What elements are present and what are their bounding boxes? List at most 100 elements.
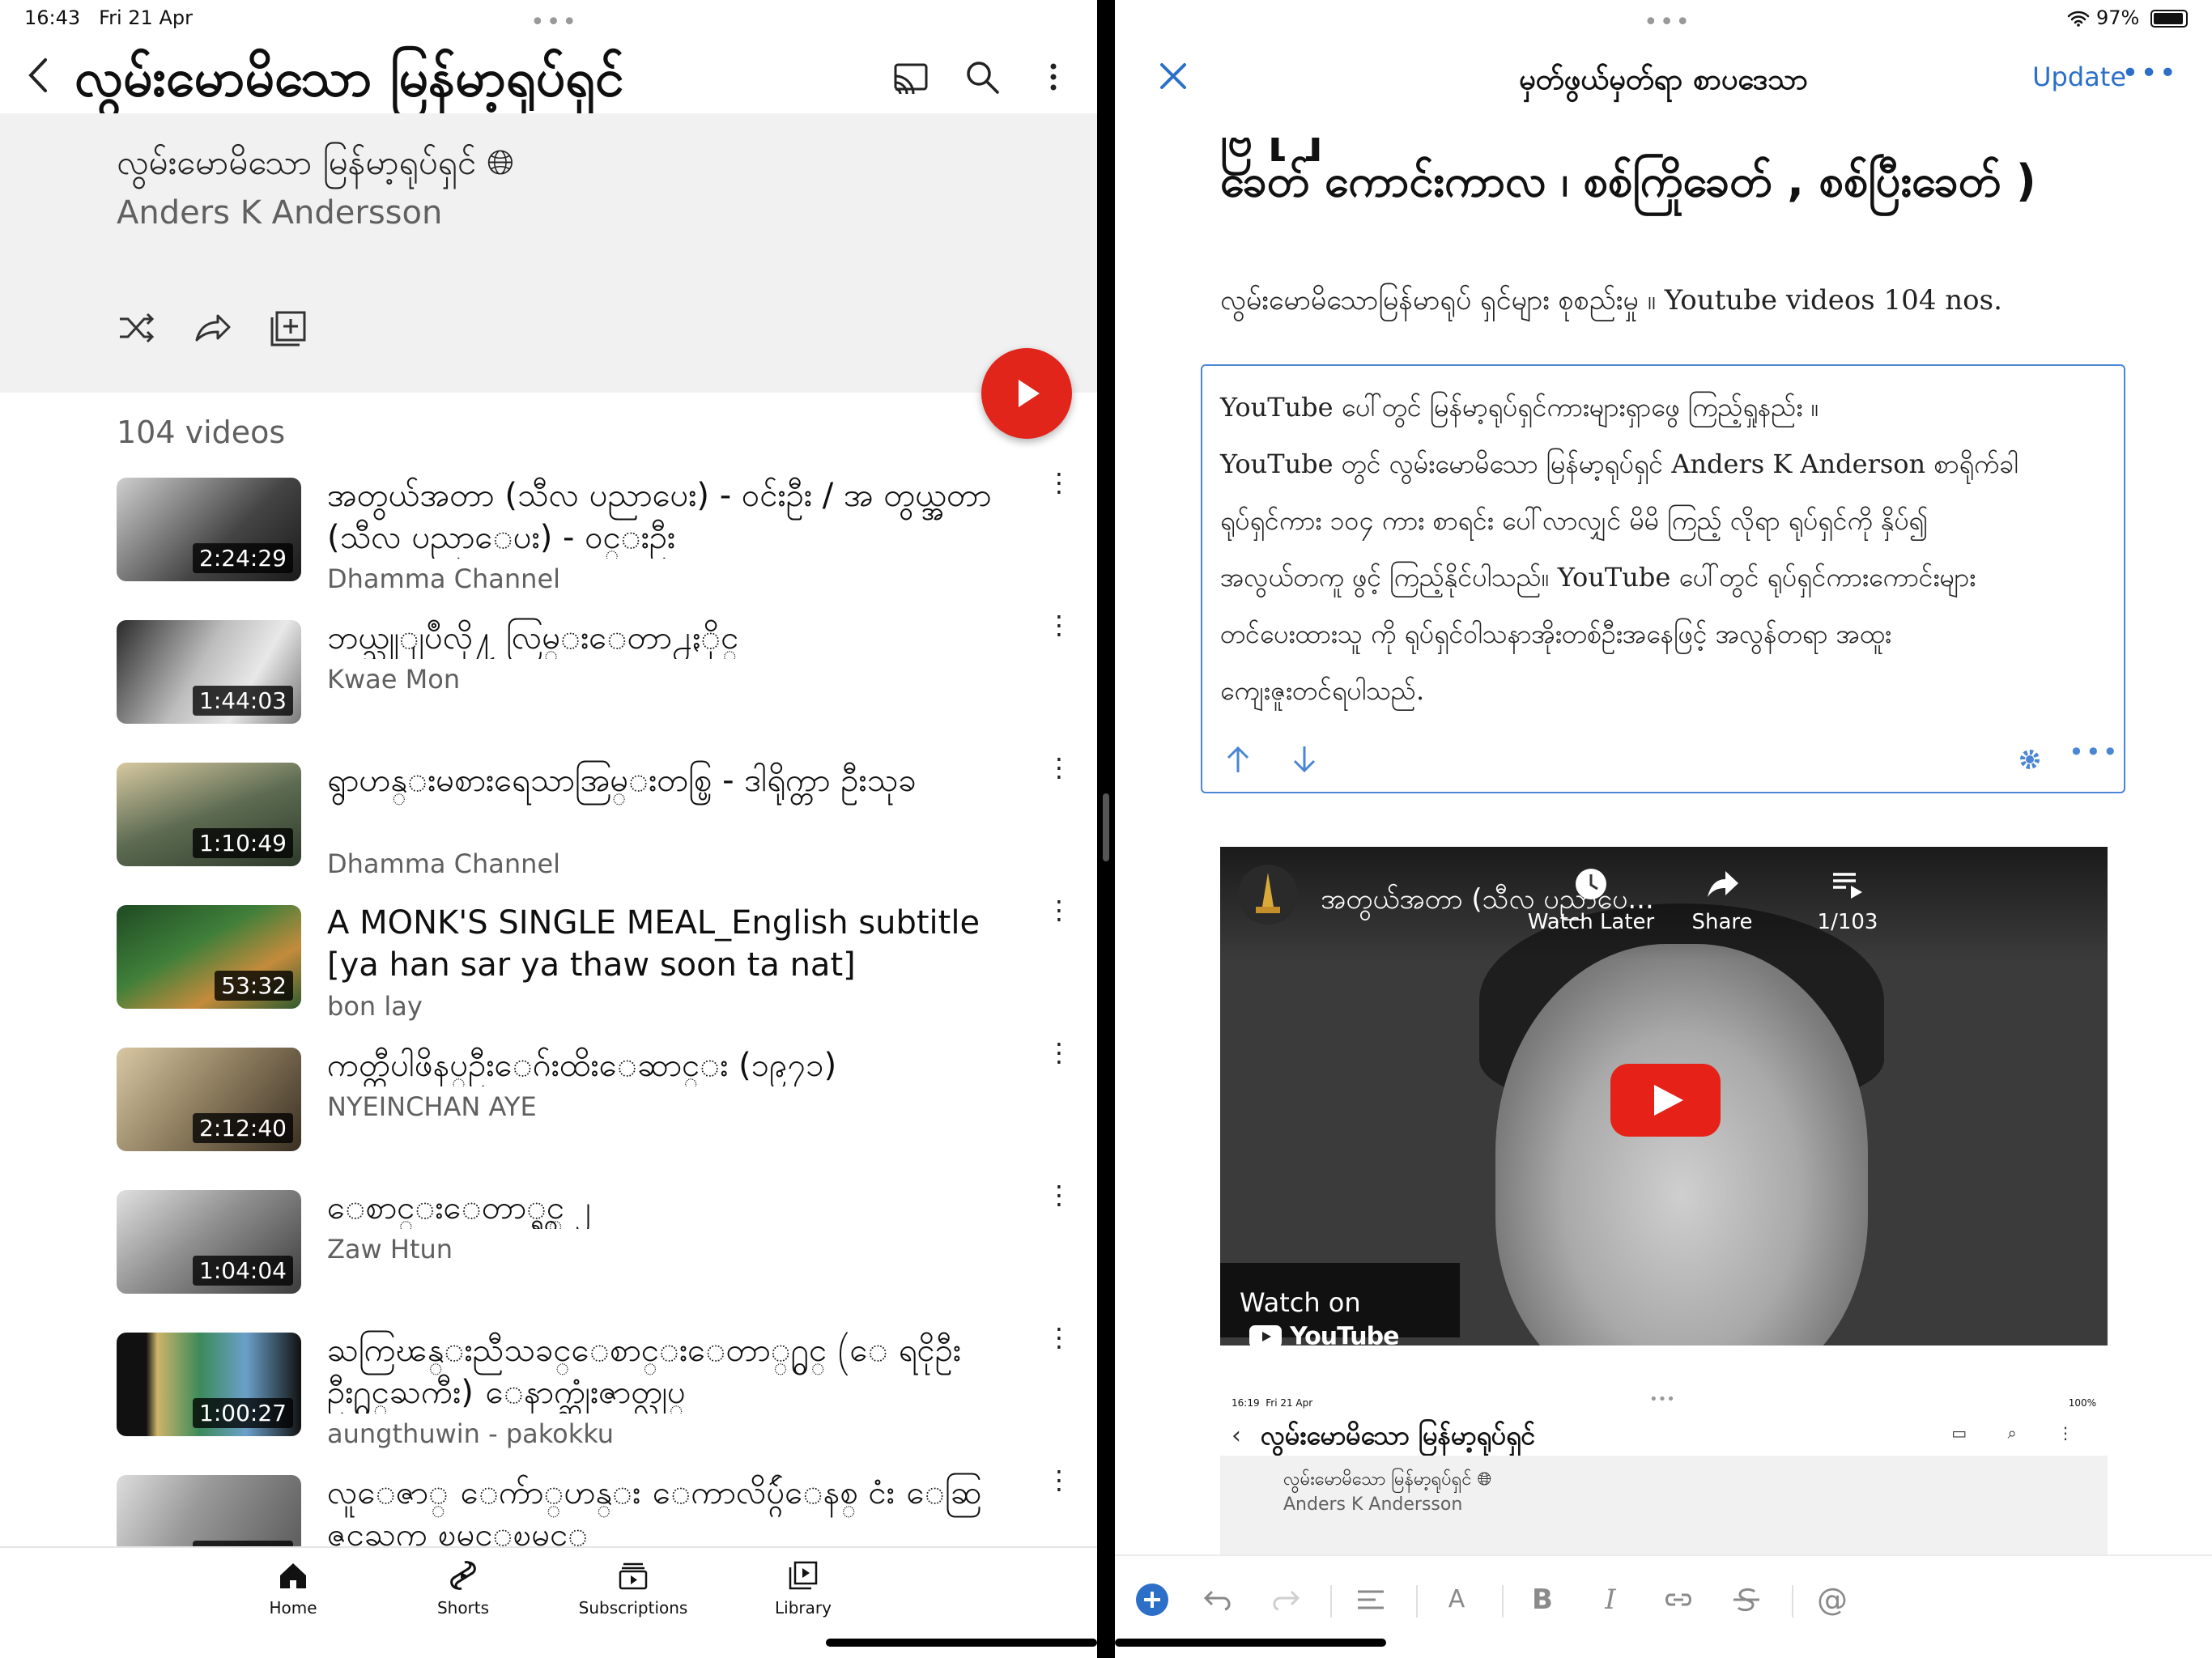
tab-subscriptions[interactable]: Subscriptions bbox=[568, 1559, 698, 1618]
more-vertical-icon[interactable] bbox=[1033, 57, 1074, 97]
video-title[interactable]: ေစာင္းေတာ္ရွင္ ၂ bbox=[327, 1187, 999, 1229]
undo-icon[interactable] bbox=[1199, 1580, 1238, 1619]
bold-button[interactable]: B bbox=[1523, 1580, 1562, 1619]
paragraph-text[interactable]: လွမ်းမောမိသောမြန်မာရုပ် ရှင်များ စုစည်းမ… bbox=[1220, 282, 2002, 323]
status-time: 16:43 Fri 21 Apr bbox=[24, 6, 193, 29]
more-vertical-icon[interactable]: ⋮ bbox=[1046, 612, 1072, 638]
subscriptions-icon bbox=[619, 1562, 648, 1590]
video-thumbnail[interactable]: 1:10:49 bbox=[117, 763, 301, 866]
italic-button[interactable]: I bbox=[1591, 1580, 1630, 1619]
mention-button[interactable]: @ bbox=[1813, 1580, 1852, 1619]
more-horizontal-icon[interactable]: ••• bbox=[2121, 57, 2178, 90]
library-icon bbox=[789, 1561, 818, 1590]
youtube-embed[interactable]: အတွယ်အတာ (သီလ ပညာပေ... Watch Later Share… bbox=[1220, 847, 2108, 1346]
cast-icon[interactable] bbox=[891, 57, 931, 97]
add-block-icon[interactable] bbox=[1133, 1580, 1172, 1619]
video-title[interactable]: လူေဇာ္ ေက်ာ္ဟန္း ေကာလိပ္ဂ်ဴေနစ္ ငံး ေဆြဇ… bbox=[327, 1472, 999, 1556]
playlist-counter[interactable]: 1/103 bbox=[1787, 866, 1908, 934]
gear-icon[interactable] bbox=[2012, 742, 2048, 777]
redo-icon[interactable] bbox=[1266, 1580, 1304, 1619]
home-icon bbox=[280, 1563, 306, 1588]
more-vertical-icon[interactable]: ⋮ bbox=[1046, 1324, 1072, 1350]
list-item[interactable]: 1:44:03 ဘယ္သူျပဳလို႔ လြမ္းေတာ႕ႏိုင္ Kwae… bbox=[0, 612, 1097, 759]
align-icon[interactable] bbox=[1351, 1580, 1390, 1619]
list-item[interactable]: 1:00:27 ႀကြၽန္းညီသခင္ေစာင္းေတာ္႐ွင္ (ေ ရ… bbox=[0, 1324, 1097, 1472]
playlist-author[interactable]: Anders K Andersson bbox=[117, 194, 442, 232]
screenshot-playlist-title: လွမ်းမောမိသော မြန်မာ့ရုပ်ရှင် 🌐︎ bbox=[1283, 1469, 1492, 1490]
list-item[interactable]: 2:12:40 ကတ္တီပါဖိနပ္ဦးေဂ်းထိးေဆာင္း (၁၉၇… bbox=[0, 1039, 1097, 1187]
video-thumbnail[interactable]: 2:24:29 bbox=[117, 478, 301, 581]
video-channel: Zaw Htun bbox=[327, 1234, 453, 1265]
video-duration: 1:00:27 bbox=[193, 1398, 293, 1428]
tab-library[interactable]: Library bbox=[738, 1559, 868, 1618]
more-horizontal-icon[interactable]: ••• bbox=[2069, 737, 2118, 772]
video-title[interactable]: ရွာဟန္းမစားရေသာအြမ္းတစ္ပြ - ဒါရိုက္တာ ဦး… bbox=[327, 759, 999, 844]
more-vertical-icon[interactable]: ⋮ bbox=[1046, 470, 1072, 495]
home-indicator[interactable] bbox=[826, 1639, 1097, 1647]
video-title[interactable]: ႀကြၽန္းညီသခင္ေစာင္းေတာ္႐ွင္ (ေ ရငိုဦး ဦး… bbox=[327, 1329, 999, 1414]
list-item[interactable]: 2:24:29 အတွယ်အတာ (သီလ ပညာပေး) - ဝင်းဦး /… bbox=[0, 470, 1097, 617]
selected-paragraph-block[interactable]: YouTube ပေါ်တွင် မြန်မာ့ရုပ်ရှင်ကားများရ… bbox=[1201, 364, 2125, 793]
home-indicator[interactable] bbox=[1115, 1639, 1386, 1647]
screenshot-toolbar-icons: ▭ ⌕ ⋮ bbox=[1951, 1423, 2091, 1443]
bottom-tab-bar: Home Shorts Subscriptions Library bbox=[0, 1546, 1097, 1658]
playlist-actions bbox=[117, 308, 338, 348]
play-all-button[interactable] bbox=[981, 348, 1072, 439]
search-icon[interactable] bbox=[962, 57, 1002, 97]
video-title[interactable]: A MONK'S SINGLE MEAL_English subtitle [y… bbox=[327, 902, 999, 986]
more-vertical-icon[interactable]: ⋮ bbox=[1046, 1467, 1072, 1493]
globe-icon: 🌐︎ bbox=[487, 142, 514, 182]
more-vertical-icon[interactable]: ⋮ bbox=[1046, 755, 1072, 780]
video-thumbnail[interactable]: 53:32 bbox=[117, 905, 301, 1009]
shuffle-icon[interactable] bbox=[117, 308, 157, 348]
watch-later-button[interactable]: Watch Later bbox=[1510, 866, 1672, 934]
tab-home[interactable]: Home bbox=[228, 1559, 358, 1618]
more-vertical-icon[interactable]: ⋮ bbox=[1046, 1039, 1072, 1065]
video-title[interactable]: အတွယ်အတာ (သီလ ပညာပေး) - ဝင်းဦး / အ တွယ္အ… bbox=[327, 474, 999, 559]
screenshot-status-time: 16:19 Fri 21 Apr bbox=[1231, 1397, 1313, 1409]
playlist-icon bbox=[1833, 873, 1862, 899]
tab-shorts[interactable]: Shorts bbox=[398, 1559, 528, 1618]
status-bar-left: 16:43 Fri 21 Apr ••• bbox=[0, 0, 1097, 39]
split-view-divider[interactable] bbox=[1097, 0, 1115, 1658]
share-button[interactable]: Share bbox=[1674, 866, 1771, 934]
link-icon[interactable] bbox=[1659, 1580, 1698, 1619]
list-item[interactable]: 53:32 A MONK'S SINGLE MEAL_English subti… bbox=[0, 897, 1097, 1044]
video-title[interactable]: ဘယ္သူျပဳလို႔ လြမ္းေတာ႕ႏိုင္ bbox=[327, 617, 999, 659]
editor-app-pane: ••• 97% မှတ်ဖွယ်မှတ်ရာ စာပဒေသာ Update ••… bbox=[1115, 0, 2212, 1658]
channel-avatar[interactable] bbox=[1238, 865, 1298, 925]
block-line: အလွယ်တကူ ဖွင့် ကြည့်နိုင်ပါသည်။ YouTube … bbox=[1220, 562, 1976, 593]
video-duration: 2:24:29 bbox=[193, 543, 293, 573]
video-thumbnail[interactable]: 2:12:40 bbox=[117, 1048, 301, 1151]
watch-on-youtube-button[interactable]: Watch on YouTube bbox=[1220, 1263, 1460, 1346]
block-line: ကျေးဇူးတင်ရပါသည်. bbox=[1220, 675, 1425, 706]
update-button[interactable]: Update bbox=[2032, 62, 2126, 92]
list-item[interactable]: 1:04:04 ေစာင္းေတာ္ရွင္ ၂ Zaw Htun ⋮ bbox=[0, 1182, 1097, 1329]
add-to-playlist-icon[interactable] bbox=[267, 308, 308, 348]
multitask-dots[interactable]: ••• bbox=[530, 8, 578, 36]
toolbar-separator bbox=[1792, 1585, 1793, 1618]
list-item[interactable]: 1:10:49 ရွာဟန္းမစားရေသာအြမ္းတစ္ပြ - ဒါရိ… bbox=[0, 755, 1097, 902]
share-icon[interactable] bbox=[192, 308, 232, 348]
embedded-screenshot-image[interactable]: 16:19 Fri 21 Apr ••• 100% ‹ လွမ်းမောမိသေ… bbox=[1220, 1389, 2108, 1554]
share-icon bbox=[1708, 871, 1738, 897]
video-channel: aungthuwin - pakokku bbox=[327, 1418, 615, 1449]
video-thumbnail[interactable]: 1:44:03 bbox=[117, 620, 301, 724]
more-vertical-icon[interactable]: ⋮ bbox=[1046, 1182, 1072, 1208]
embed-play-button[interactable] bbox=[1610, 1064, 1721, 1137]
more-vertical-icon[interactable]: ⋮ bbox=[1046, 897, 1072, 923]
strikethrough-icon[interactable] bbox=[1727, 1580, 1766, 1619]
page-title: လွမ်းမောမိသော မြန်မာ့ရုပ်ရှင် bbox=[74, 49, 624, 108]
move-down-icon[interactable] bbox=[1287, 742, 1322, 777]
move-up-icon[interactable] bbox=[1220, 742, 1256, 777]
multitask-dots[interactable]: ••• bbox=[1644, 8, 1691, 36]
text-color-button[interactable]: A bbox=[1437, 1580, 1476, 1619]
video-thumbnail[interactable]: 1:00:27 bbox=[117, 1333, 301, 1436]
block-line: တင်ပေးထားသူ ကို ရုပ်ရှင်ဝါသနာအိုးတစ်ဦးအန… bbox=[1220, 619, 1892, 649]
toolbar-separator bbox=[1416, 1585, 1418, 1618]
video-title[interactable]: ကတ္တီပါဖိနပ္ဦးေဂ်းထိးေဆာင္း (၁၉၇၁) bbox=[327, 1044, 999, 1086]
editor-nav-bar: မှတ်ဖွယ်မှတ်ရာ စာပဒေသာ Update ••• bbox=[1115, 39, 2212, 120]
back-arrow-icon[interactable] bbox=[23, 55, 55, 96]
divider-handle[interactable] bbox=[1103, 793, 1109, 861]
video-thumbnail[interactable]: 1:04:04 bbox=[117, 1190, 301, 1294]
